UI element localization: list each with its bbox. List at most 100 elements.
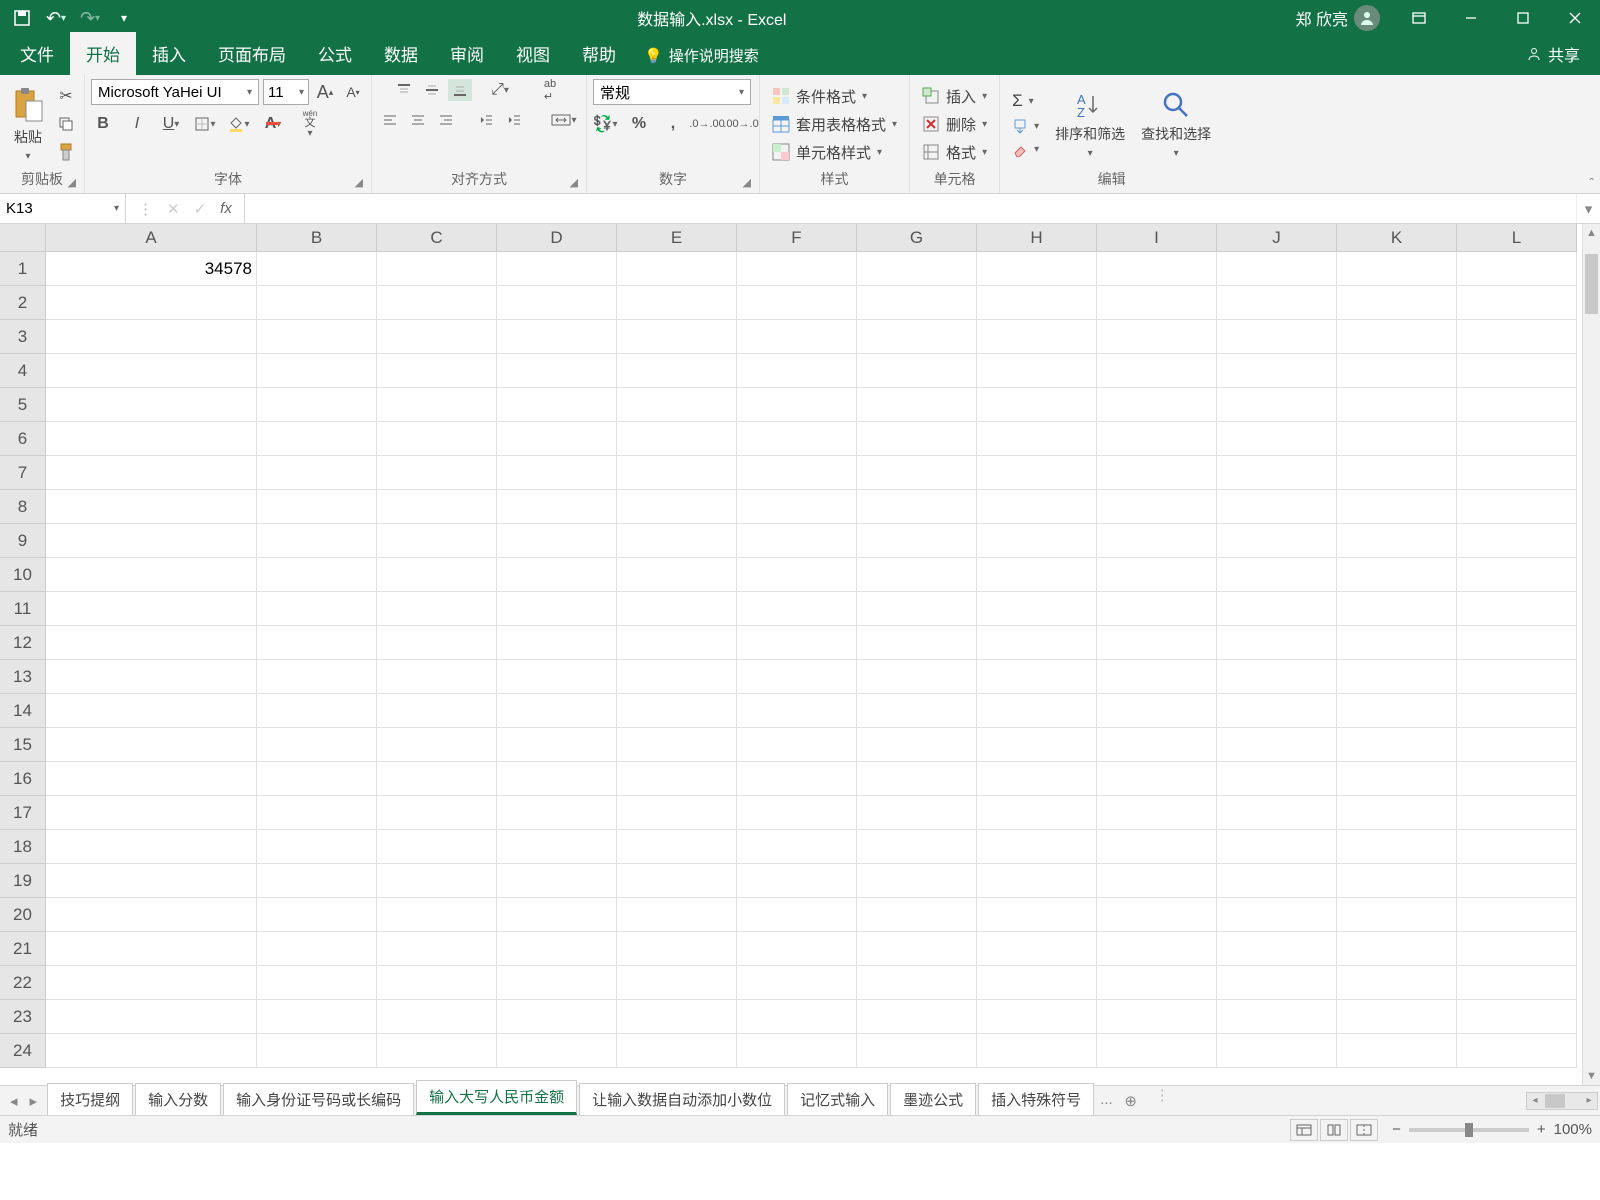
cell[interactable] (977, 796, 1097, 830)
delete-cells-button[interactable]: 删除▾ (916, 112, 993, 137)
cell[interactable] (1217, 966, 1337, 1000)
column-header[interactable]: J (1217, 224, 1337, 252)
cell[interactable] (1217, 830, 1337, 864)
column-header[interactable]: E (617, 224, 737, 252)
cell[interactable] (46, 286, 257, 320)
cell[interactable] (257, 694, 377, 728)
cell-styles-button[interactable]: 单元格样式▾ (766, 140, 903, 165)
tab-file[interactable]: 文件 (4, 32, 70, 75)
cell[interactable] (617, 898, 737, 932)
cell[interactable] (1217, 762, 1337, 796)
row-header[interactable]: 12 (0, 626, 46, 660)
cell[interactable] (1097, 558, 1217, 592)
cell[interactable] (377, 490, 497, 524)
sheet-options-icon[interactable]: ⋮ (1145, 1086, 1180, 1115)
cell[interactable] (1457, 592, 1577, 626)
cell[interactable] (737, 388, 857, 422)
cell[interactable] (1337, 490, 1457, 524)
cell[interactable] (257, 830, 377, 864)
cell[interactable] (257, 456, 377, 490)
cell[interactable] (617, 252, 737, 286)
row-header[interactable]: 15 (0, 728, 46, 762)
conditional-formatting-button[interactable]: 条件格式▾ (766, 84, 903, 109)
cell[interactable] (1217, 524, 1337, 558)
cell[interactable] (377, 830, 497, 864)
cell[interactable] (257, 762, 377, 796)
cell[interactable] (46, 966, 257, 1000)
clear-button[interactable]: ▾ (1006, 139, 1045, 159)
cell[interactable] (977, 966, 1097, 1000)
cell[interactable] (1337, 456, 1457, 490)
cell[interactable] (257, 660, 377, 694)
format-cells-button[interactable]: 格式▾ (916, 140, 993, 165)
cell[interactable] (617, 320, 737, 354)
orientation-button[interactable]: ⤢▾ (488, 79, 512, 101)
cell[interactable] (46, 558, 257, 592)
cell[interactable] (737, 762, 857, 796)
cell[interactable] (497, 1034, 617, 1068)
cell[interactable] (377, 762, 497, 796)
font-color-button[interactable]: A ▾ (261, 113, 285, 135)
cell[interactable] (977, 932, 1097, 966)
cell[interactable] (617, 422, 737, 456)
font-size-combo[interactable]: 11▾ (263, 79, 309, 105)
cell[interactable] (377, 456, 497, 490)
cell[interactable] (617, 830, 737, 864)
cell[interactable] (737, 592, 857, 626)
cell[interactable] (737, 864, 857, 898)
cell[interactable] (1097, 932, 1217, 966)
increase-decimal-icon[interactable]: .0→.00 (695, 113, 719, 135)
row-header[interactable]: 19 (0, 864, 46, 898)
cell[interactable] (46, 660, 257, 694)
cell[interactable] (977, 558, 1097, 592)
cell[interactable] (1457, 286, 1577, 320)
close-button[interactable] (1552, 0, 1598, 36)
cell[interactable] (1337, 932, 1457, 966)
cell[interactable] (1337, 388, 1457, 422)
cell[interactable] (377, 796, 497, 830)
cell[interactable] (1337, 1034, 1457, 1068)
align-middle-icon[interactable] (420, 79, 444, 101)
cell[interactable] (1457, 864, 1577, 898)
cell[interactable] (1097, 694, 1217, 728)
cell[interactable] (737, 558, 857, 592)
cell[interactable] (377, 864, 497, 898)
cell[interactable] (46, 456, 257, 490)
format-painter-icon[interactable] (54, 141, 78, 163)
cell[interactable] (46, 932, 257, 966)
tab-data[interactable]: 数据 (368, 32, 434, 75)
cell[interactable] (1457, 320, 1577, 354)
cell[interactable] (1097, 898, 1217, 932)
tell-me-search[interactable]: 💡 操作说明搜索 (632, 36, 771, 75)
tab-insert[interactable]: 插入 (136, 32, 202, 75)
cell[interactable] (1217, 320, 1337, 354)
tab-home[interactable]: 开始 (70, 32, 136, 75)
cell[interactable] (46, 592, 257, 626)
cell[interactable] (1097, 1000, 1217, 1034)
cell[interactable] (1097, 252, 1217, 286)
cell[interactable] (377, 422, 497, 456)
cell[interactable] (977, 830, 1097, 864)
cell[interactable] (497, 592, 617, 626)
row-header[interactable]: 10 (0, 558, 46, 592)
cell[interactable] (497, 286, 617, 320)
decrease-font-icon[interactable]: A▾ (341, 81, 365, 103)
cell[interactable] (1217, 898, 1337, 932)
cell[interactable] (857, 830, 977, 864)
cell[interactable] (1337, 660, 1457, 694)
cell[interactable] (737, 694, 857, 728)
cell[interactable] (497, 388, 617, 422)
scroll-left-icon[interactable]: ◂ (1527, 1093, 1543, 1109)
cell[interactable] (377, 524, 497, 558)
cell[interactable] (1217, 286, 1337, 320)
row-header[interactable]: 11 (0, 592, 46, 626)
cell[interactable] (1337, 762, 1457, 796)
cell[interactable] (1217, 626, 1337, 660)
zoom-in-button[interactable]: + (1537, 1121, 1546, 1138)
cell[interactable] (257, 796, 377, 830)
cell[interactable] (1097, 524, 1217, 558)
cell[interactable] (257, 320, 377, 354)
row-header[interactable]: 21 (0, 932, 46, 966)
cell[interactable] (1457, 388, 1577, 422)
cell[interactable] (257, 728, 377, 762)
